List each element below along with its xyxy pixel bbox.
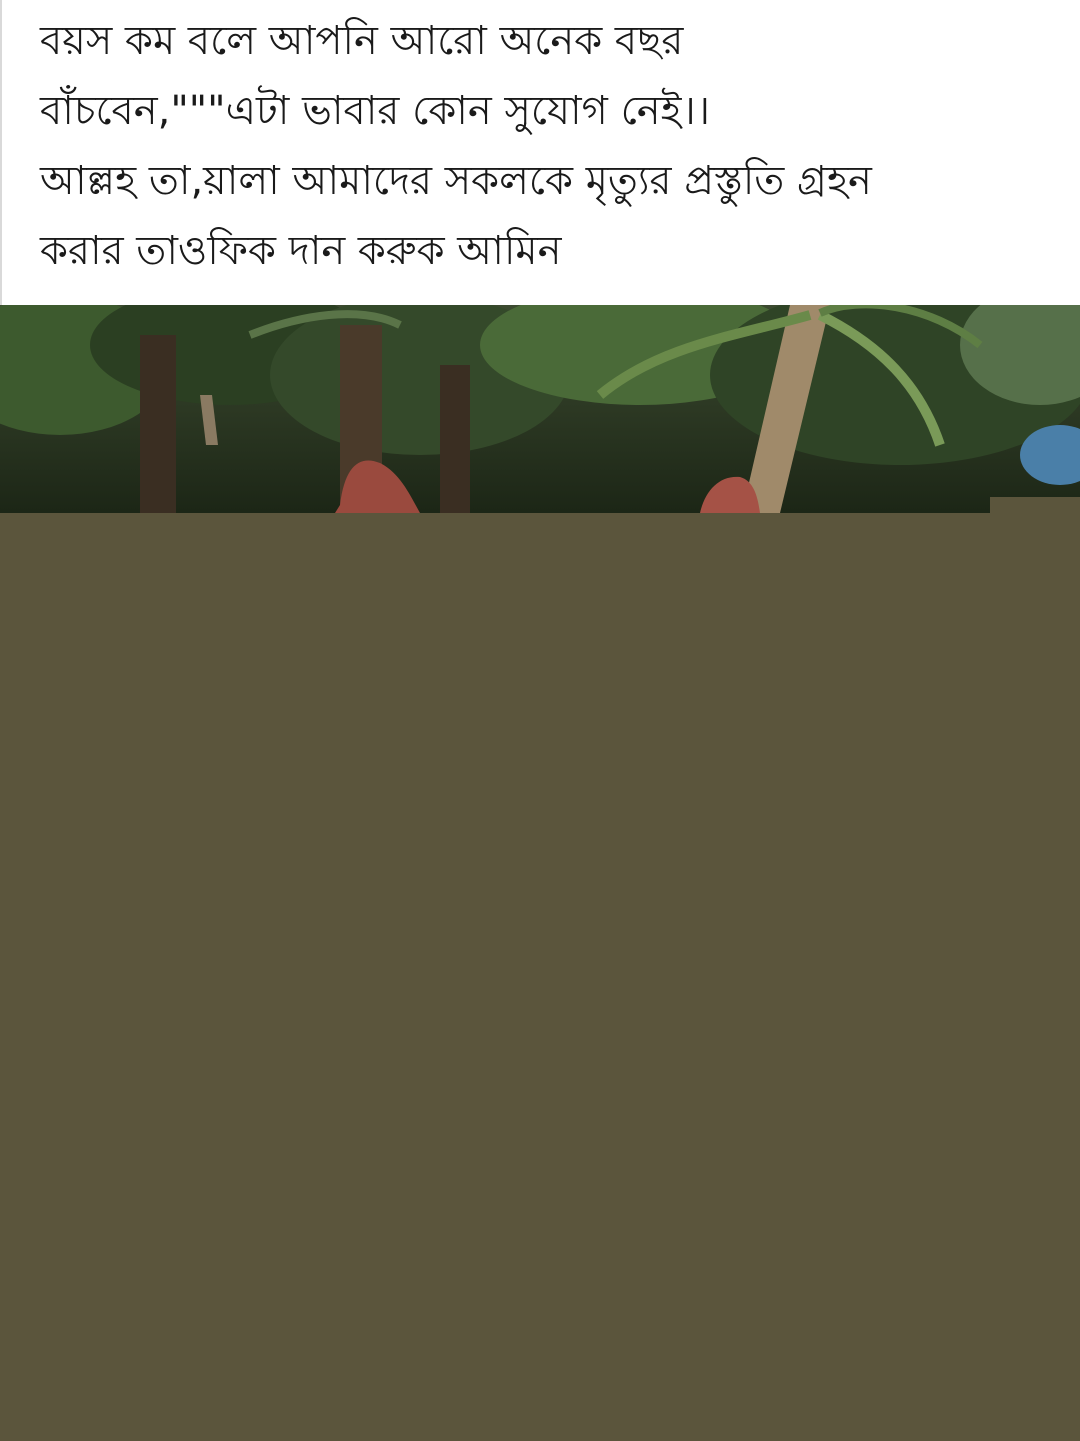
palm-trees-photo <box>0 305 1080 513</box>
post-text-line: আল্লহ তা,য়ালা আমাদের সকলকে মৃত্যুর প্রস… <box>40 158 872 204</box>
post-text-card: বয়স কম বলে আপনি আরো অনেক বছর বাঁচবেন,""… <box>0 0 1080 305</box>
post-photo[interactable] <box>0 305 1080 513</box>
post-text-line: বাঁচবেন,"""এটা ভাবার কোন সুযোগ নেই।। <box>40 88 711 134</box>
post-text-line: বয়স কম বলে আপনি আরো অনেক বছর <box>40 18 684 64</box>
photo-edge <box>990 497 1080 513</box>
photo-loading-area <box>0 513 1080 1441</box>
post-text-line: করার তাওফিক দান করুক আমিন <box>40 228 562 274</box>
